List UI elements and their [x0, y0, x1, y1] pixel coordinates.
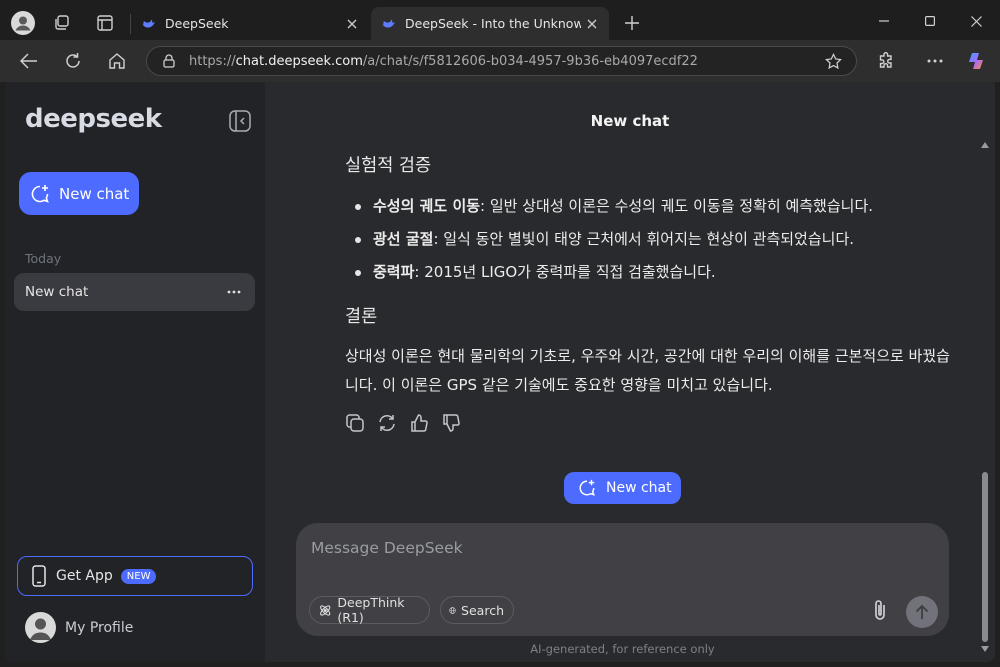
- home-icon[interactable]: [102, 47, 132, 75]
- lock-icon[interactable]: [163, 54, 175, 68]
- my-profile-button[interactable]: My Profile: [25, 612, 133, 643]
- deepseek-favicon-icon: [142, 19, 155, 28]
- thumbs-down-icon[interactable]: [441, 410, 473, 436]
- more-menu-icon[interactable]: [920, 47, 950, 75]
- close-window-icon[interactable]: [953, 6, 999, 36]
- scroll-down-arrow-icon[interactable]: [981, 646, 989, 652]
- browser-toolbar: https://chat.deepseek.com/a/chat/s/f5812…: [0, 40, 1000, 82]
- chat-scrollbar[interactable]: [981, 142, 989, 654]
- assistant-message: 실험적 검증 수성의 궤도 이동: 일반 상대성 이론은 수성의 궤도 이동을 …: [345, 142, 955, 436]
- send-button[interactable]: [906, 596, 938, 628]
- minimize-icon[interactable]: [861, 6, 907, 36]
- list-item: 수성의 궤도 이동: 일반 상대성 이론은 수성의 궤도 이동을 정확히 예측했…: [345, 190, 955, 223]
- search-label: Search: [461, 602, 504, 618]
- browser-tab-bar: DeepSeek DeepSeek - Into the Unknown: [0, 0, 1000, 44]
- deepthink-label: DeepThink (R1): [337, 595, 405, 625]
- avatar: [25, 612, 56, 643]
- scroll-up-arrow-icon[interactable]: [981, 142, 989, 148]
- get-app-label: Get App: [56, 568, 113, 584]
- section-heading: 결론: [345, 307, 378, 327]
- tab-close-icon[interactable]: [341, 13, 363, 35]
- list-item-text: : 일반 상대성 이론은 수성의 궤도 이동을 정확히 예측했습니다.: [480, 197, 874, 215]
- phone-icon: [32, 565, 46, 587]
- more-options-icon[interactable]: [225, 283, 243, 301]
- globe-icon: [449, 606, 456, 614]
- new-chat-button[interactable]: New chat: [19, 172, 139, 215]
- list-item: 중력파: 2015년 LIGO가 중력파를 직접 검출했습니다.: [345, 256, 955, 289]
- new-chat-icon: [31, 184, 49, 203]
- tab-title: DeepSeek: [165, 16, 229, 31]
- deepthink-toggle[interactable]: DeepThink (R1): [309, 595, 430, 625]
- search-toggle[interactable]: Search: [440, 596, 514, 624]
- list-item-term: 중력파: [373, 263, 415, 281]
- message-composer[interactable]: Message DeepSeek DeepThink (R1) Search: [296, 523, 949, 636]
- deepseek-favicon-icon: [382, 19, 395, 28]
- get-app-button[interactable]: Get App NEW: [17, 556, 253, 596]
- message-actions: [345, 410, 955, 436]
- thumbs-up-icon[interactable]: [409, 410, 441, 436]
- message-paragraph: 상대성 이론은 현대 물리학의 기초로, 우주와 시간, 공간에 대한 우리의 …: [345, 347, 950, 394]
- regenerate-icon[interactable]: [377, 410, 409, 436]
- deepseek-logo: deepseek: [25, 104, 162, 134]
- disclaimer-text: AI-generated, for reference only: [530, 642, 715, 656]
- chat-title: New chat: [590, 112, 670, 130]
- list-item-text: : 2015년 LIGO가 중력파를 직접 검출했습니다.: [414, 263, 716, 281]
- maximize-icon[interactable]: [907, 6, 953, 36]
- url-prefix: https://: [189, 53, 236, 69]
- tab-deepseek-into-the-unknown[interactable]: DeepSeek - Into the Unknown: [371, 7, 609, 40]
- workspaces-icon[interactable]: [49, 10, 75, 36]
- sidebar: deepseek New chat Today New chat Get App…: [5, 82, 265, 662]
- atom-icon: [320, 604, 331, 616]
- url-path: /a/chat/s/f5812606-b034-4957-9b36-eb4097…: [362, 53, 698, 69]
- browser-profile-icon[interactable]: [10, 10, 36, 36]
- tab-close-icon[interactable]: [581, 13, 603, 35]
- new-chat-icon: [579, 479, 595, 496]
- tab-deepseek[interactable]: DeepSeek: [131, 7, 369, 40]
- list-item: 광선 굴절: 일식 동안 별빛이 태양 근처에서 휘어지는 현상이 관측되었습니…: [345, 223, 955, 256]
- copilot-icon[interactable]: [962, 47, 992, 75]
- copy-icon[interactable]: [345, 410, 377, 436]
- my-profile-label: My Profile: [65, 619, 134, 636]
- scroll-thumb[interactable]: [982, 472, 988, 642]
- new-chat-floating-button[interactable]: New chat: [564, 472, 681, 504]
- tab-title: DeepSeek - Into the Unknown: [405, 16, 581, 31]
- list-item-term: 광선 굴절: [373, 230, 434, 248]
- bullet-list: 수성의 궤도 이동: 일반 상대성 이론은 수성의 궤도 이동을 정확히 예측했…: [345, 190, 955, 289]
- new-badge: NEW: [120, 568, 157, 584]
- arrow-up-icon: [915, 604, 929, 619]
- url-host: chat.deepseek.com: [235, 53, 363, 69]
- tab-actions-icon[interactable]: [92, 10, 118, 36]
- collapse-sidebar-icon[interactable]: [229, 110, 251, 132]
- refresh-icon[interactable]: [58, 47, 88, 75]
- address-bar[interactable]: https://chat.deepseek.com/a/chat/s/f5812…: [146, 46, 857, 76]
- new-chat-label: New chat: [59, 184, 130, 203]
- back-arrow-icon[interactable]: [14, 47, 44, 75]
- new-tab-plus-icon[interactable]: [619, 10, 645, 36]
- chat-history-title: New chat: [25, 284, 89, 300]
- section-heading: 실험적 검증: [345, 156, 432, 176]
- chat-main: New chat 실험적 검증 수성의 궤도 이동: 일반 상대성 이론은 수성…: [265, 82, 995, 662]
- list-item-text: : 일식 동안 별빛이 태양 근처에서 휘어지는 현상이 관측되었습니다.: [433, 230, 855, 248]
- extensions-icon[interactable]: [871, 47, 901, 75]
- new-chat-label: New chat: [606, 480, 672, 496]
- favorite-star-icon[interactable]: [825, 53, 842, 70]
- message-input[interactable]: Message DeepSeek: [311, 539, 463, 557]
- attach-paperclip-icon[interactable]: [868, 596, 892, 624]
- chat-history-item[interactable]: New chat: [14, 273, 255, 311]
- section-today-label: Today: [25, 251, 62, 266]
- list-item-term: 수성의 궤도 이동: [373, 197, 481, 215]
